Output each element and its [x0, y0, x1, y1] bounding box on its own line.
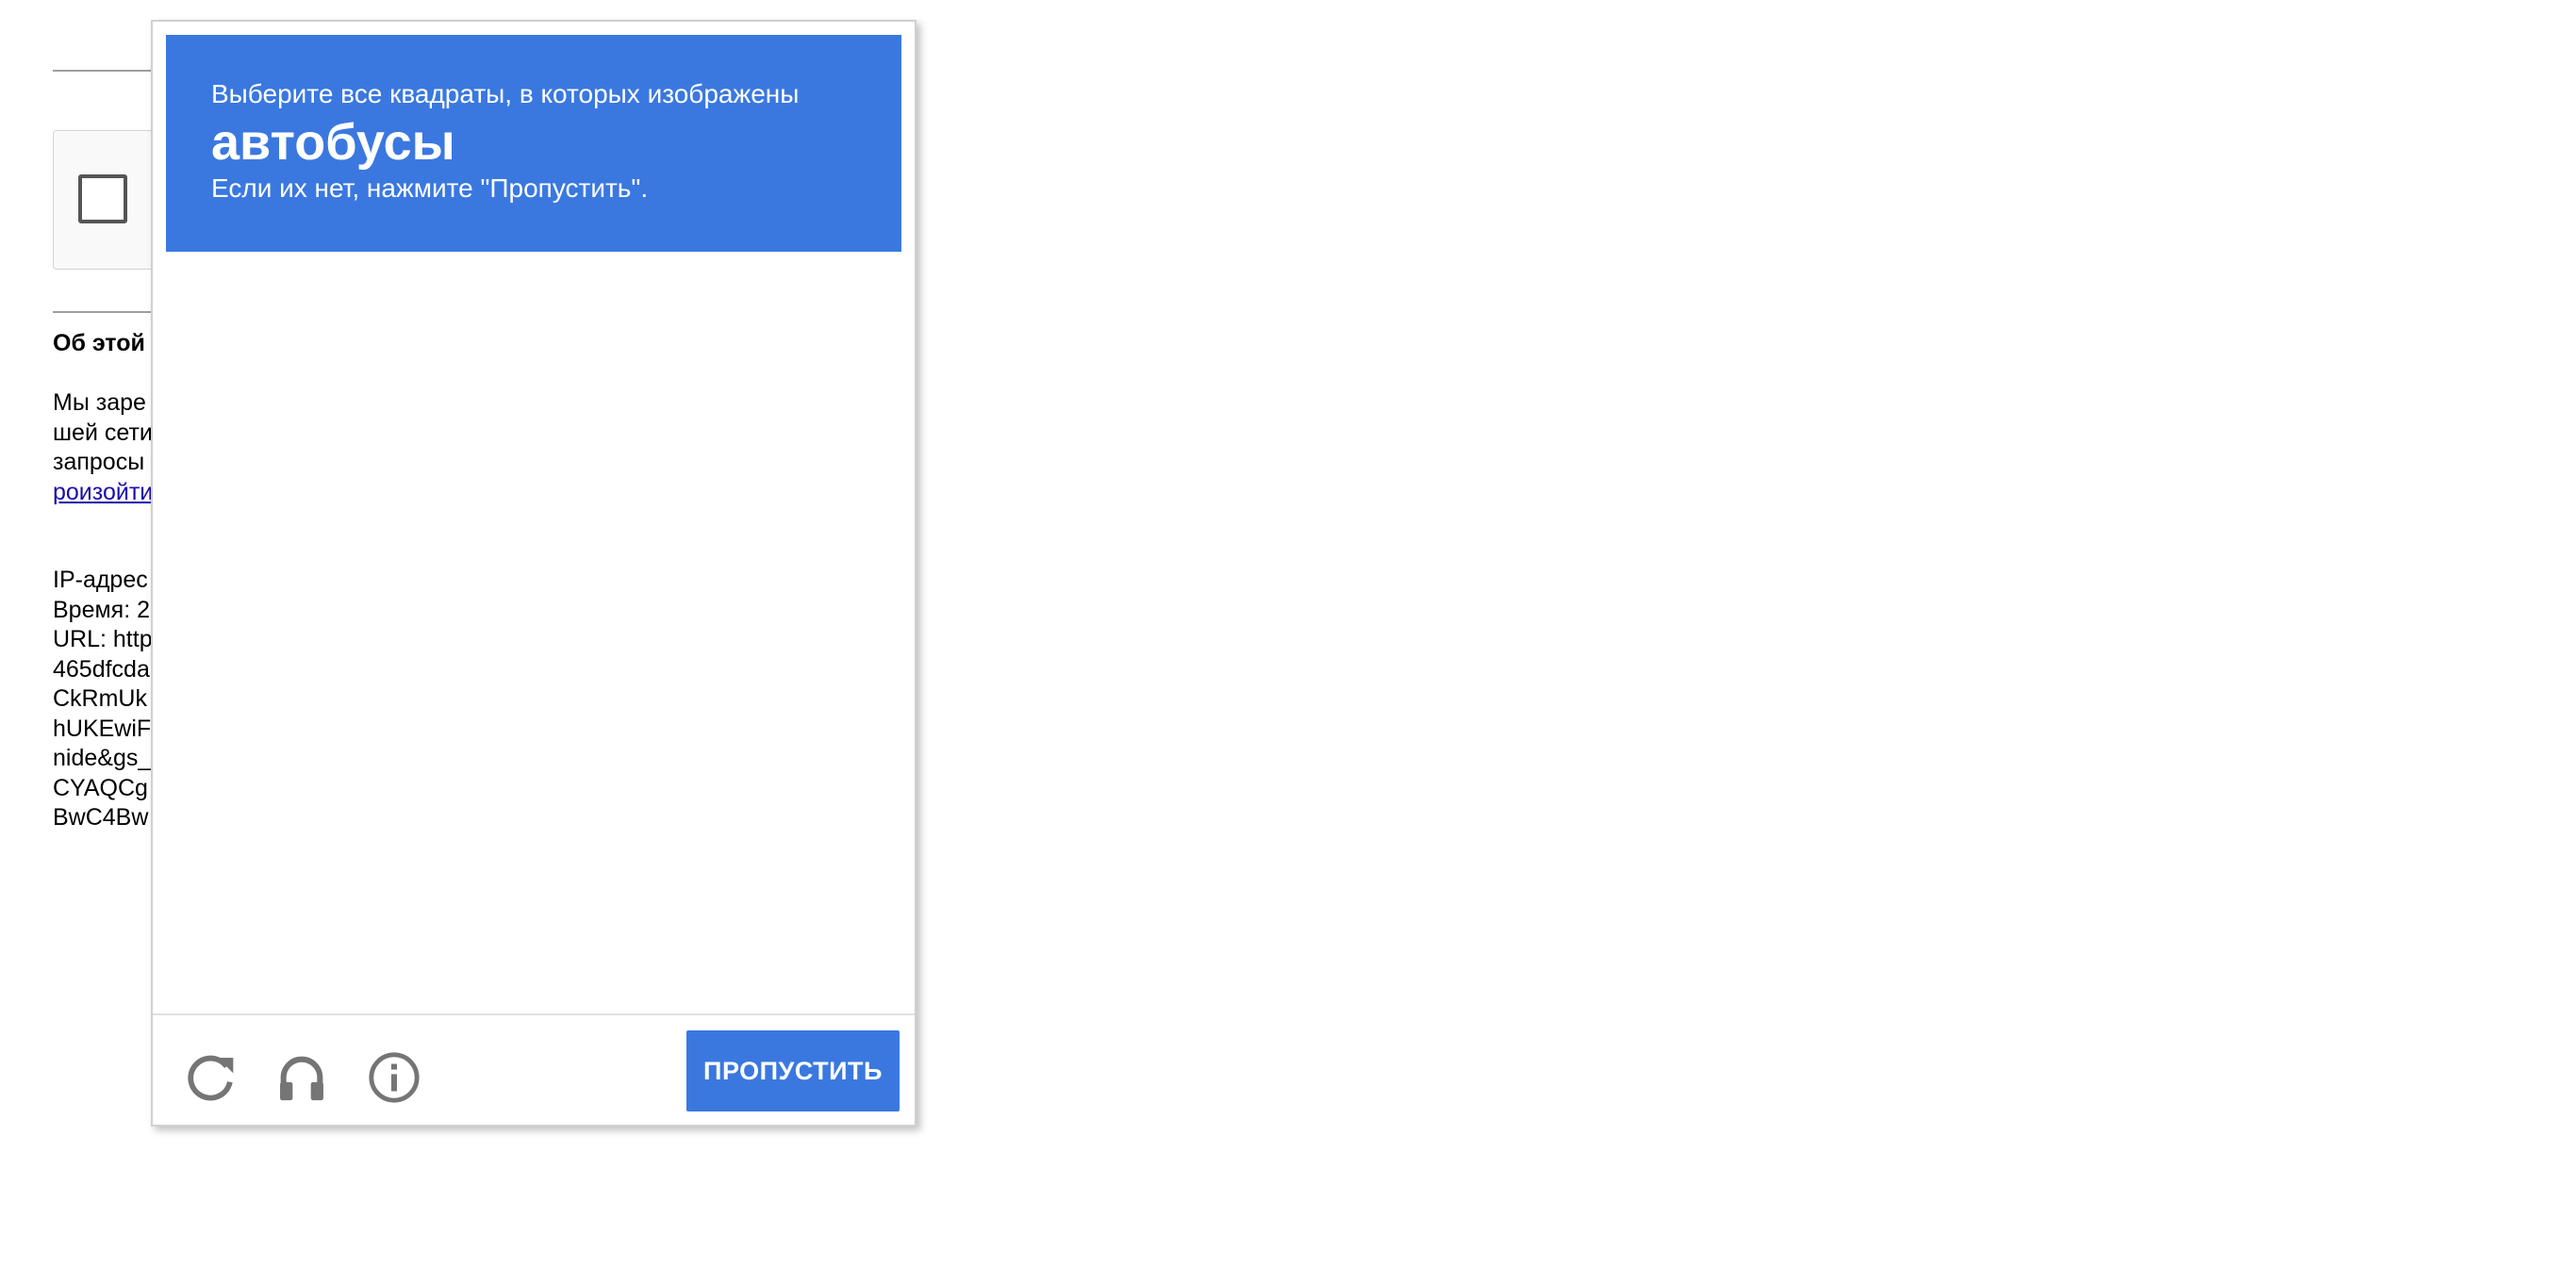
about-paragraph: Мы заре шей сети запросы роизойти: [53, 388, 153, 507]
grid-tile[interactable]: [351, 448, 532, 629]
about-heading: Об этой: [53, 330, 145, 356]
grid-tile[interactable]: [536, 817, 717, 998]
grid-tile[interactable]: [720, 633, 901, 814]
headphones-icon[interactable]: [272, 1047, 332, 1108]
info-icon[interactable]: [364, 1047, 424, 1108]
grid-tile[interactable]: [166, 817, 347, 998]
grid-tile[interactable]: [166, 633, 347, 814]
paragraph-line: запросы: [53, 449, 145, 475]
grid-tile[interactable]: [536, 263, 717, 444]
challenge-footer: ПРОПУСТИТЬ: [153, 1013, 915, 1125]
paragraph-line: шей сети: [53, 419, 153, 446]
grid-tile[interactable]: [351, 817, 532, 998]
info-line: BwC4Bw: [53, 804, 149, 831]
grid-tile[interactable]: [351, 263, 532, 444]
info-line: hUKEwiF: [53, 715, 152, 742]
grid-tile[interactable]: [166, 263, 347, 444]
info-line: CYAQCg: [53, 774, 148, 801]
info-line: 465dfcda: [53, 655, 150, 683]
instruction-text: Выберите все квадраты, в которых изображ…: [211, 79, 800, 108]
grid-tile[interactable]: [720, 263, 901, 444]
paragraph-line: Мы заре: [53, 389, 146, 416]
grid-tile[interactable]: [536, 633, 717, 814]
recaptcha-challenge-dialog: Выберите все квадраты, в которых изображ…: [151, 20, 916, 1127]
info-line: CkRmUk: [53, 685, 147, 712]
reload-icon[interactable]: [181, 1047, 241, 1108]
info-line: URL: http: [53, 626, 153, 652]
grid-tile[interactable]: [720, 448, 901, 629]
request-info: IP-адрес Время: 2 URL: http 465dfcda CkR…: [53, 566, 153, 833]
target-object: автобусы: [211, 114, 455, 171]
grid-tile[interactable]: [720, 817, 901, 998]
image-grid: [166, 263, 901, 998]
skip-instruction: Если их нет, нажмите "Пропустить".: [211, 173, 649, 203]
learn-more-link[interactable]: роизойти: [53, 478, 153, 508]
info-line: Время: 2: [53, 596, 151, 623]
grid-tile[interactable]: [536, 448, 717, 629]
grid-tile[interactable]: [166, 448, 347, 629]
recaptcha-checkbox[interactable]: [78, 174, 127, 223]
info-line: IP-адрес: [53, 567, 148, 593]
grid-tile[interactable]: [351, 633, 532, 814]
info-line: nide&gs_: [53, 745, 152, 771]
skip-button[interactable]: ПРОПУСТИТЬ: [686, 1030, 900, 1111]
challenge-header: Выберите все квадраты, в которых изображ…: [166, 35, 901, 252]
